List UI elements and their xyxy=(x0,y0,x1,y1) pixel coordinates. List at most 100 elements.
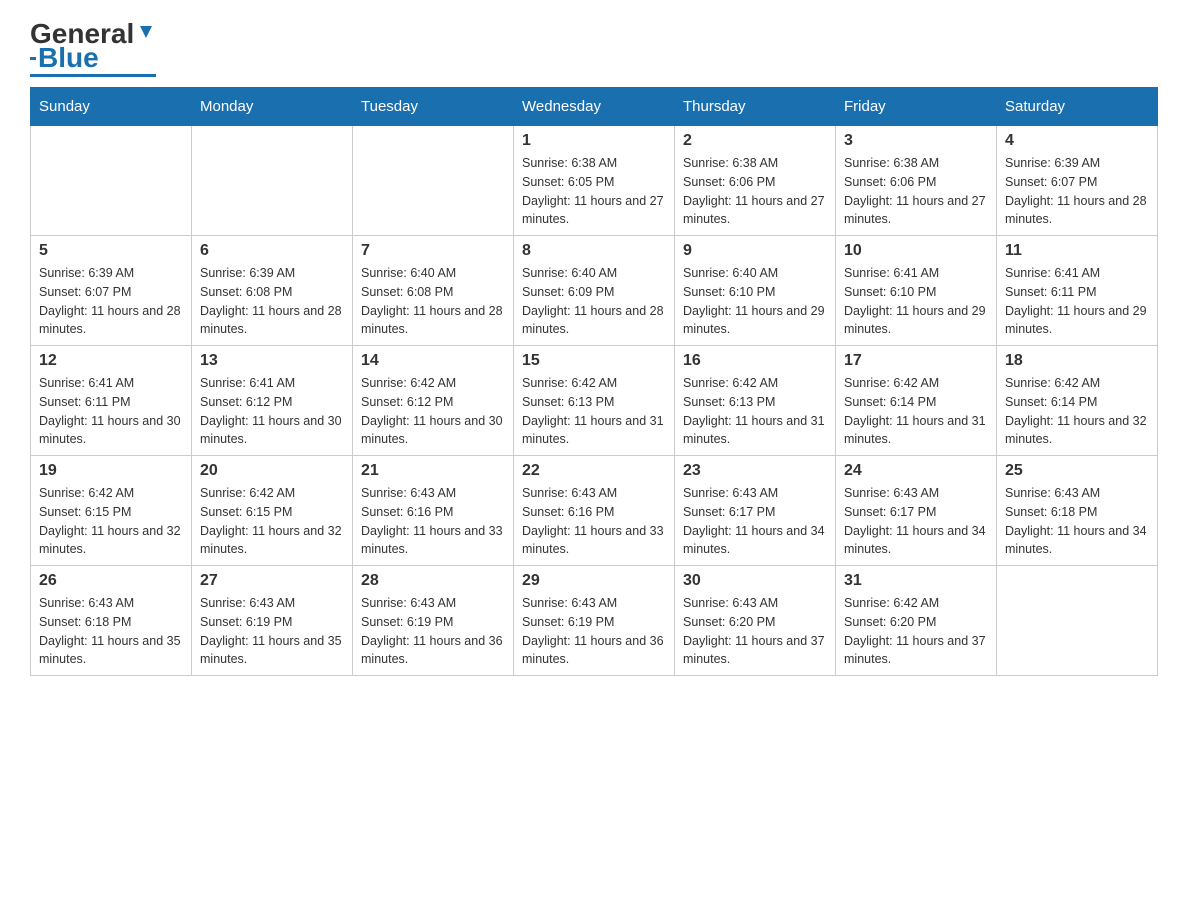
day-info: Sunrise: 6:40 AM Sunset: 6:09 PM Dayligh… xyxy=(522,264,666,339)
calendar-cell: 4 Sunrise: 6:39 AM Sunset: 6:07 PM Daylig… xyxy=(997,126,1158,236)
day-info: Sunrise: 6:42 AM Sunset: 6:15 PM Dayligh… xyxy=(200,484,344,559)
day-number: 29 xyxy=(522,572,666,590)
day-info: Sunrise: 6:41 AM Sunset: 6:12 PM Dayligh… xyxy=(200,374,344,449)
week-row-3: 12 Sunrise: 6:41 AM Sunset: 6:11 PM Dayli… xyxy=(31,346,1158,456)
day-number: 6 xyxy=(200,242,344,260)
calendar-cell: 19 Sunrise: 6:42 AM Sunset: 6:15 PM Dayli… xyxy=(31,456,192,566)
day-number: 9 xyxy=(683,242,827,260)
day-info: Sunrise: 6:42 AM Sunset: 6:12 PM Dayligh… xyxy=(361,374,505,449)
calendar-cell: 12 Sunrise: 6:41 AM Sunset: 6:11 PM Dayli… xyxy=(31,346,192,456)
day-info: Sunrise: 6:42 AM Sunset: 6:20 PM Dayligh… xyxy=(844,594,988,669)
calendar-cell: 13 Sunrise: 6:41 AM Sunset: 6:12 PM Dayli… xyxy=(192,346,353,456)
calendar-cell: 1 Sunrise: 6:38 AM Sunset: 6:05 PM Daylig… xyxy=(514,126,675,236)
logo: General Blue xyxy=(30,20,156,77)
day-info: Sunrise: 6:41 AM Sunset: 6:11 PM Dayligh… xyxy=(39,374,183,449)
day-info: Sunrise: 6:39 AM Sunset: 6:07 PM Dayligh… xyxy=(1005,154,1149,229)
calendar-cell: 28 Sunrise: 6:43 AM Sunset: 6:19 PM Dayli… xyxy=(353,566,514,676)
day-info: Sunrise: 6:39 AM Sunset: 6:08 PM Dayligh… xyxy=(200,264,344,339)
calendar-cell: 31Sunrise: 6:42 AM Sunset: 6:20 PM Dayli… xyxy=(836,566,997,676)
day-number: 8 xyxy=(522,242,666,260)
day-number: 2 xyxy=(683,132,827,150)
calendar-cell: 11Sunrise: 6:41 AM Sunset: 6:11 PM Dayli… xyxy=(997,236,1158,346)
day-info: Sunrise: 6:43 AM Sunset: 6:18 PM Dayligh… xyxy=(1005,484,1149,559)
week-row-5: 26 Sunrise: 6:43 AM Sunset: 6:18 PM Dayli… xyxy=(31,566,1158,676)
calendar-cell: 27 Sunrise: 6:43 AM Sunset: 6:19 PM Dayli… xyxy=(192,566,353,676)
calendar-cell: 7Sunrise: 6:40 AM Sunset: 6:08 PM Daylig… xyxy=(353,236,514,346)
day-number: 19 xyxy=(39,462,183,480)
day-info: Sunrise: 6:43 AM Sunset: 6:16 PM Dayligh… xyxy=(522,484,666,559)
day-number: 25 xyxy=(1005,462,1149,480)
day-info: Sunrise: 6:42 AM Sunset: 6:14 PM Dayligh… xyxy=(844,374,988,449)
day-info: Sunrise: 6:43 AM Sunset: 6:18 PM Dayligh… xyxy=(39,594,183,669)
calendar-cell: 9 Sunrise: 6:40 AM Sunset: 6:10 PM Daylig… xyxy=(675,236,836,346)
calendar-cell: 29 Sunrise: 6:43 AM Sunset: 6:19 PM Dayli… xyxy=(514,566,675,676)
logo-triangle-icon xyxy=(136,22,156,42)
day-number: 20 xyxy=(200,462,344,480)
day-number: 27 xyxy=(200,572,344,590)
day-number: 4 xyxy=(1005,132,1149,150)
day-info: Sunrise: 6:42 AM Sunset: 6:13 PM Dayligh… xyxy=(522,374,666,449)
day-info: Sunrise: 6:38 AM Sunset: 6:05 PM Dayligh… xyxy=(522,154,666,229)
calendar-cell: 10 Sunrise: 6:41 AM Sunset: 6:10 PM Dayli… xyxy=(836,236,997,346)
day-info: Sunrise: 6:42 AM Sunset: 6:14 PM Dayligh… xyxy=(1005,374,1149,449)
day-number: 1 xyxy=(522,132,666,150)
day-number: 18 xyxy=(1005,352,1149,370)
page-header: General Blue xyxy=(30,20,1158,77)
day-info: Sunrise: 6:43 AM Sunset: 6:17 PM Dayligh… xyxy=(844,484,988,559)
day-info: Sunrise: 6:41 AM Sunset: 6:10 PM Dayligh… xyxy=(844,264,988,339)
week-row-2: 5Sunrise: 6:39 AM Sunset: 6:07 PM Daylig… xyxy=(31,236,1158,346)
day-info: Sunrise: 6:38 AM Sunset: 6:06 PM Dayligh… xyxy=(683,154,827,229)
header-thursday: Thursday xyxy=(675,88,836,126)
day-number: 7 xyxy=(361,242,505,260)
calendar-cell xyxy=(192,126,353,236)
calendar-cell: 16Sunrise: 6:42 AM Sunset: 6:13 PM Dayli… xyxy=(675,346,836,456)
day-number: 26 xyxy=(39,572,183,590)
calendar-cell xyxy=(353,126,514,236)
day-number: 13 xyxy=(200,352,344,370)
logo-underline xyxy=(30,74,156,77)
day-number: 30 xyxy=(683,572,827,590)
day-number: 22 xyxy=(522,462,666,480)
calendar-cell: 5Sunrise: 6:39 AM Sunset: 6:07 PM Daylig… xyxy=(31,236,192,346)
header-sunday: Sunday xyxy=(31,88,192,126)
day-number: 17 xyxy=(844,352,988,370)
calendar-cell: 22 Sunrise: 6:43 AM Sunset: 6:16 PM Dayli… xyxy=(514,456,675,566)
week-row-4: 19 Sunrise: 6:42 AM Sunset: 6:15 PM Dayli… xyxy=(31,456,1158,566)
calendar-header: SundayMondayTuesdayWednesdayThursdayFrid… xyxy=(31,88,1158,126)
day-info: Sunrise: 6:38 AM Sunset: 6:06 PM Dayligh… xyxy=(844,154,988,229)
calendar-cell: 8 Sunrise: 6:40 AM Sunset: 6:09 PM Daylig… xyxy=(514,236,675,346)
day-info: Sunrise: 6:43 AM Sunset: 6:16 PM Dayligh… xyxy=(361,484,505,559)
calendar-table: SundayMondayTuesdayWednesdayThursdayFrid… xyxy=(30,87,1158,676)
day-info: Sunrise: 6:42 AM Sunset: 6:15 PM Dayligh… xyxy=(39,484,183,559)
day-number: 5 xyxy=(39,242,183,260)
calendar-cell: 25 Sunrise: 6:43 AM Sunset: 6:18 PM Dayli… xyxy=(997,456,1158,566)
day-info: Sunrise: 6:40 AM Sunset: 6:10 PM Dayligh… xyxy=(683,264,827,339)
day-number: 28 xyxy=(361,572,505,590)
day-number: 16 xyxy=(683,352,827,370)
day-info: Sunrise: 6:43 AM Sunset: 6:19 PM Dayligh… xyxy=(522,594,666,669)
day-number: 12 xyxy=(39,352,183,370)
header-wednesday: Wednesday xyxy=(514,88,675,126)
day-number: 24 xyxy=(844,462,988,480)
calendar-cell: 26 Sunrise: 6:43 AM Sunset: 6:18 PM Dayli… xyxy=(31,566,192,676)
calendar-cell: 18 Sunrise: 6:42 AM Sunset: 6:14 PM Dayli… xyxy=(997,346,1158,456)
day-number: 15 xyxy=(522,352,666,370)
day-number: 10 xyxy=(844,242,988,260)
day-info: Sunrise: 6:43 AM Sunset: 6:20 PM Dayligh… xyxy=(683,594,827,669)
calendar-cell: 17 Sunrise: 6:42 AM Sunset: 6:14 PM Dayli… xyxy=(836,346,997,456)
day-number: 23 xyxy=(683,462,827,480)
header-tuesday: Tuesday xyxy=(353,88,514,126)
calendar-cell: 24 Sunrise: 6:43 AM Sunset: 6:17 PM Dayli… xyxy=(836,456,997,566)
day-number: 11 xyxy=(1005,242,1149,260)
calendar-cell: 15 Sunrise: 6:42 AM Sunset: 6:13 PM Dayli… xyxy=(514,346,675,456)
calendar-cell: 21 Sunrise: 6:43 AM Sunset: 6:16 PM Dayli… xyxy=(353,456,514,566)
day-number: 21 xyxy=(361,462,505,480)
calendar-cell: 3 Sunrise: 6:38 AM Sunset: 6:06 PM Daylig… xyxy=(836,126,997,236)
week-row-1: 1 Sunrise: 6:38 AM Sunset: 6:05 PM Daylig… xyxy=(31,126,1158,236)
header-saturday: Saturday xyxy=(997,88,1158,126)
header-monday: Monday xyxy=(192,88,353,126)
day-info: Sunrise: 6:43 AM Sunset: 6:19 PM Dayligh… xyxy=(200,594,344,669)
calendar-cell: 23Sunrise: 6:43 AM Sunset: 6:17 PM Dayli… xyxy=(675,456,836,566)
day-number: 3 xyxy=(844,132,988,150)
day-info: Sunrise: 6:43 AM Sunset: 6:19 PM Dayligh… xyxy=(361,594,505,669)
